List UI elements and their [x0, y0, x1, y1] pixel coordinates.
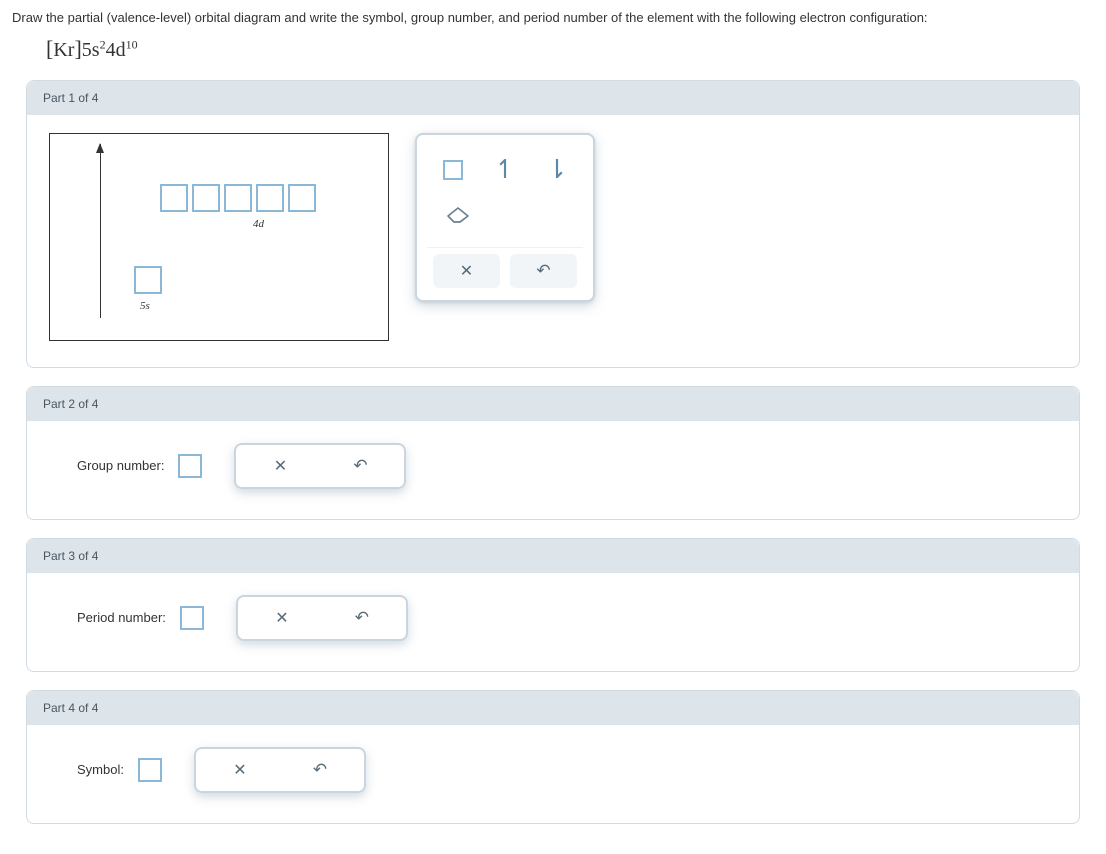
eraser-icon	[446, 206, 472, 226]
part-4-panel: Part 4 of 4 Symbol: ✕ ↶	[26, 690, 1080, 824]
energy-axis-arrow	[100, 144, 101, 318]
symbol-label: Symbol:	[77, 762, 124, 777]
orbital-box[interactable]	[160, 184, 188, 212]
part-3-toolbar: ✕ ↶	[236, 595, 408, 641]
orbital-box[interactable]	[192, 184, 220, 212]
undo-button[interactable]: ↶	[322, 601, 402, 635]
close-icon: ✕	[275, 608, 288, 628]
orbital-label-4d: 4d	[253, 218, 264, 230]
part-2-header: Part 2 of 4	[27, 387, 1079, 421]
undo-icon: ↶	[355, 608, 369, 628]
undo-icon: ↶	[536, 261, 550, 281]
question-text: Draw the partial (valence-level) orbital…	[12, 8, 1094, 28]
part-4-toolbar: ✕ ↶	[194, 747, 366, 793]
tool-undo-button[interactable]: ↶	[510, 254, 577, 288]
undo-button[interactable]: ↶	[280, 753, 360, 787]
part-2-toolbar: ✕ ↶	[234, 443, 406, 489]
tool-arrow-down[interactable]: ⇂	[533, 150, 581, 190]
tool-eraser[interactable]	[435, 196, 483, 236]
part-2-panel: Part 2 of 4 Group number: ✕ ↶	[26, 386, 1080, 520]
part-1-header: Part 1 of 4	[27, 81, 1079, 115]
orbital-row-5s[interactable]	[134, 266, 162, 294]
part-1-panel: Part 1 of 4 4d 5s ↿ ⇂	[26, 80, 1080, 368]
period-number-input[interactable]	[180, 606, 204, 630]
close-icon: ✕	[233, 760, 246, 780]
undo-icon: ↶	[313, 760, 327, 780]
close-icon: ✕	[460, 261, 473, 281]
orbital-diagram-canvas[interactable]: 4d 5s	[49, 133, 389, 341]
orbital-row-4d[interactable]	[160, 184, 316, 212]
orbital-box[interactable]	[134, 266, 162, 294]
group-number-label: Group number:	[77, 458, 164, 473]
clear-button[interactable]: ✕	[240, 449, 320, 483]
group-number-input[interactable]	[178, 454, 202, 478]
symbol-input[interactable]	[138, 758, 162, 782]
electron-configuration: [Kr]5s24d10	[46, 36, 1094, 62]
part-3-panel: Part 3 of 4 Period number: ✕ ↶	[26, 538, 1080, 672]
undo-button[interactable]: ↶	[320, 449, 400, 483]
close-icon: ✕	[274, 456, 287, 476]
drawing-toolbox: ↿ ⇂ ✕ ↶	[415, 133, 595, 302]
orbital-box[interactable]	[288, 184, 316, 212]
period-number-label: Period number:	[77, 610, 166, 625]
clear-button[interactable]: ✕	[242, 601, 322, 635]
orbital-box[interactable]	[224, 184, 252, 212]
tool-clear-button[interactable]: ✕	[433, 254, 500, 288]
tool-arrow-up[interactable]: ↿	[481, 150, 529, 190]
part-4-header: Part 4 of 4	[27, 691, 1079, 725]
part-3-header: Part 3 of 4	[27, 539, 1079, 573]
orbital-label-5s: 5s	[140, 300, 150, 312]
undo-icon: ↶	[353, 456, 367, 476]
tool-orbital-box[interactable]	[429, 150, 477, 190]
clear-button[interactable]: ✕	[200, 753, 280, 787]
orbital-box[interactable]	[256, 184, 284, 212]
